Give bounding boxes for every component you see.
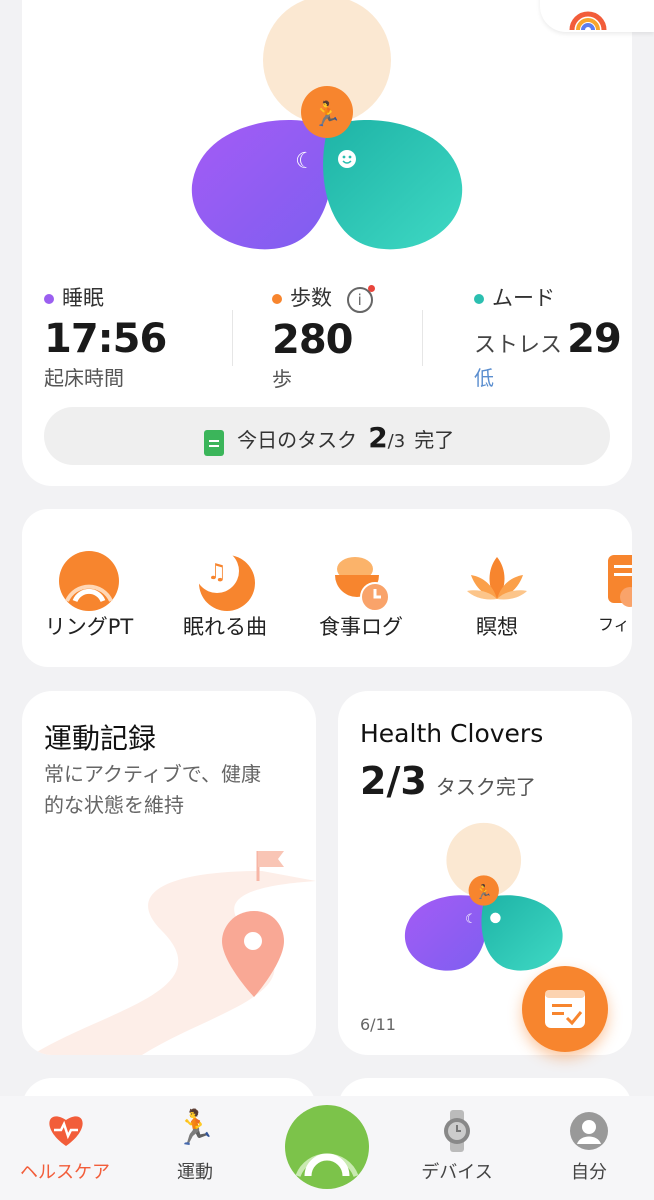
shortcut-fitness[interactable] bbox=[582, 549, 632, 617]
shortcuts-card: リングPT ♫ 眠れる曲 食事ログ 瞑想 フィ bbox=[22, 509, 632, 667]
clovers-title: Health Clovers bbox=[360, 719, 544, 748]
steps-label: 歩数 bbox=[290, 286, 332, 310]
profile-icon bbox=[570, 1112, 608, 1150]
meal-log-icon bbox=[335, 557, 390, 612]
stress-level: 低 bbox=[474, 366, 494, 390]
stress-value: 29 bbox=[567, 316, 622, 362]
sleep-petal bbox=[191, 120, 333, 250]
shortcut-label: 瞑想 bbox=[476, 615, 518, 639]
shortcut-meal-log[interactable] bbox=[296, 549, 426, 617]
svg-text:🏃: 🏃 bbox=[475, 883, 492, 900]
running-icon: 🏃 bbox=[174, 1108, 217, 1148]
exercise-desc-2: 的な状態を維持 bbox=[44, 793, 184, 817]
steps-sub: 歩 bbox=[272, 367, 292, 391]
task-fab-button[interactable] bbox=[522, 966, 608, 1052]
sleep-value: 17:56 bbox=[44, 316, 167, 362]
exercise-record-card[interactable]: 運動記録 常にアクティブで、健康 的な状態を維持 bbox=[22, 691, 316, 1055]
task-prefix: 今日のタスク bbox=[237, 428, 358, 452]
steps-value: 280 bbox=[272, 317, 353, 363]
clovers-done: 2/3 bbox=[360, 759, 427, 803]
svg-text:♫: ♫ bbox=[207, 560, 227, 585]
sleep-music-icon: ♫ bbox=[195, 549, 255, 611]
smile-icon bbox=[338, 150, 356, 168]
stress-label: ストレス bbox=[474, 333, 563, 358]
task-suffix: 完了 bbox=[414, 428, 455, 452]
sleep-sub: 起床時間 bbox=[44, 366, 124, 390]
ring-icon bbox=[59, 551, 119, 611]
moon-icon: ☾ bbox=[295, 149, 315, 174]
document-icon bbox=[204, 429, 224, 456]
checklist-icon bbox=[545, 990, 585, 1028]
tab-profile[interactable]: 自分 bbox=[524, 1096, 654, 1200]
mood-petal bbox=[323, 120, 463, 250]
tab-ring-center[interactable] bbox=[262, 1096, 392, 1200]
tab-label: 自分 bbox=[571, 1162, 607, 1183]
ring-center-icon bbox=[285, 1105, 369, 1189]
rainbow-ring-icon bbox=[569, 11, 607, 30]
mood-metric[interactable]: ムード ストレス 29 低 bbox=[474, 282, 622, 391]
shortcut-label: リングPT bbox=[44, 615, 134, 639]
shortcut-ring-pt[interactable] bbox=[24, 549, 154, 617]
today-task-button[interactable]: 今日のタスク 2/3 完了 bbox=[44, 407, 610, 465]
running-icon: 🏃 bbox=[312, 100, 342, 128]
steps-metric[interactable]: 歩数 i 280 歩 bbox=[272, 282, 375, 392]
sleep-metric[interactable]: 睡眠 17:56 起床時間 bbox=[44, 282, 167, 391]
health-clover-chart[interactable]: 🏃 ☾ bbox=[180, 0, 480, 260]
exercise-desc-1: 常にアクティブで、健康 bbox=[44, 762, 261, 786]
tab-health-care[interactable]: ヘルスケア bbox=[0, 1096, 130, 1200]
tab-exercise[interactable]: 🏃 運動 bbox=[130, 1096, 260, 1200]
clovers-date: 6/11 bbox=[360, 1015, 396, 1034]
sleep-label: 睡眠 bbox=[62, 286, 104, 310]
exercise-title: 運動記録 bbox=[44, 722, 157, 755]
shortcut-meditation[interactable] bbox=[432, 549, 562, 617]
tab-label: 運動 bbox=[177, 1162, 213, 1183]
info-icon[interactable]: i bbox=[346, 285, 375, 313]
lotus-icon bbox=[467, 557, 527, 600]
mini-clover-chart: 🏃 ☾ bbox=[404, 822, 563, 971]
heart-icon bbox=[49, 1116, 83, 1146]
tab-label: デバイス bbox=[421, 1162, 493, 1183]
tab-label: ヘルスケア bbox=[20, 1162, 110, 1183]
ring-status-button[interactable] bbox=[540, 0, 654, 32]
clovers-suffix: タスク完了 bbox=[435, 775, 536, 799]
mood-label: ムード bbox=[492, 286, 555, 310]
tab-device[interactable]: デバイス bbox=[392, 1096, 522, 1200]
shortcut-sleep-music[interactable]: ♫ bbox=[160, 549, 290, 617]
task-done: 2 bbox=[368, 421, 388, 454]
shortcut-label: 食事ログ bbox=[319, 615, 403, 639]
watch-icon bbox=[444, 1110, 470, 1152]
bottom-tab-bar: ヘルスケア 🏃 運動 デバイス 自分 bbox=[0, 1096, 654, 1200]
svg-text:☾: ☾ bbox=[465, 912, 477, 927]
fitness-icon bbox=[608, 555, 632, 607]
task-total: /3 bbox=[387, 431, 406, 452]
shortcut-label: 眠れる曲 bbox=[183, 615, 267, 639]
road-illustration bbox=[32, 851, 316, 1055]
shortcut-label: フィッ bbox=[598, 615, 632, 634]
